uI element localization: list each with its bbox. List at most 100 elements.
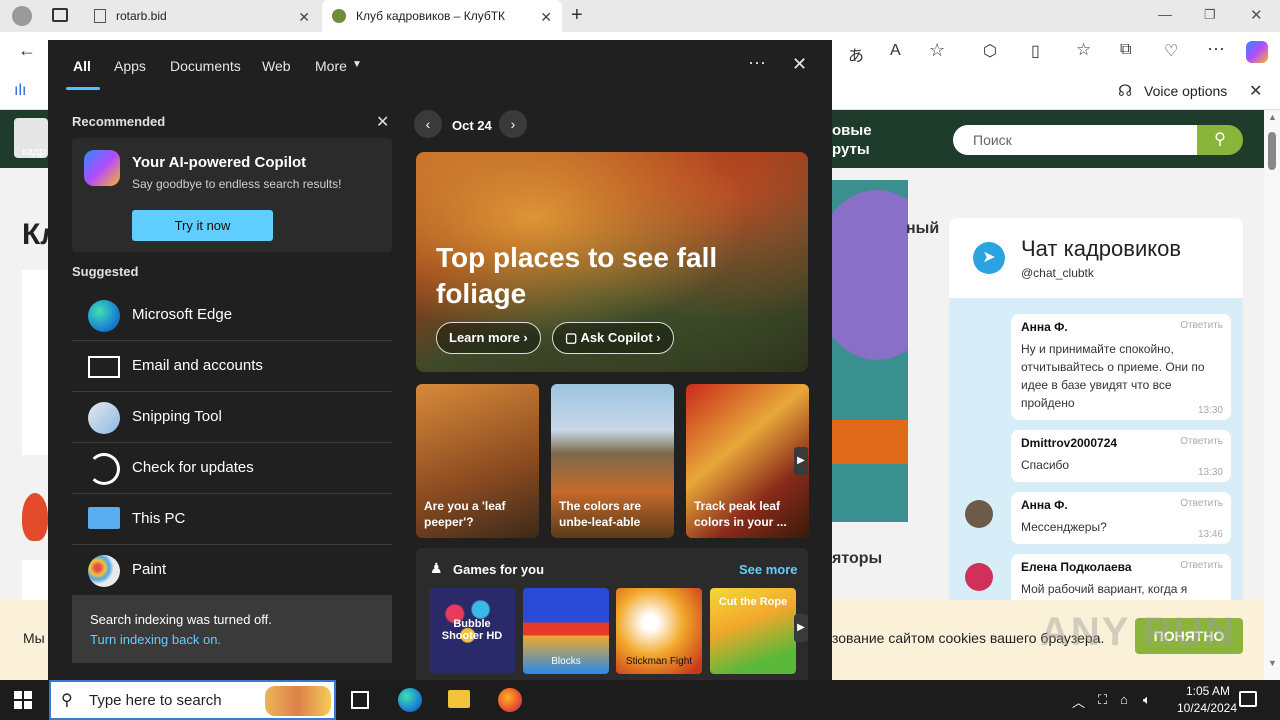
game-tile[interactable]: Bubble Shooter HD [429, 588, 515, 674]
minimize-button[interactable]: — [1158, 6, 1172, 22]
message-time: 13:46 [1197, 529, 1223, 540]
reply-link[interactable]: Ответить [1180, 436, 1223, 447]
tab-web[interactable]: Web [262, 58, 291, 74]
suggestion-check-updates[interactable]: Check for updates [72, 444, 392, 494]
close-tab-icon[interactable]: ✕ [298, 9, 310, 26]
copilot-recommendation-card[interactable]: Your AI-powered Copilot Say goodbye to e… [72, 138, 392, 252]
tab-rotarb[interactable]: rotarb.bid ✕ [84, 0, 320, 32]
see-more-link[interactable]: See more [739, 562, 798, 577]
restore-button[interactable]: ❐ [1204, 7, 1216, 23]
split-screen-icon[interactable]: ▯ [1031, 41, 1040, 61]
suggestion-email-accounts[interactable]: Email and accounts [72, 342, 392, 392]
translate-icon[interactable]: あ [848, 42, 864, 66]
file-explorer-icon[interactable] [448, 690, 470, 708]
new-tab-button[interactable]: + [571, 4, 583, 27]
network-icon[interactable]: ⌂ [1120, 692, 1128, 707]
site-search-input[interactable]: Поиск [953, 125, 1198, 155]
suggestion-label: Paint [132, 561, 167, 578]
games-next-button[interactable]: ▶ [794, 614, 808, 642]
read-aloud-icon[interactable]: A [890, 42, 901, 60]
suggestion-this-pc[interactable]: This PC [72, 495, 392, 545]
telegram-chat-widget[interactable]: ➤ Чат кадровиков @chat_clubtk Анна Ф. От… [949, 218, 1243, 618]
news-thumbnail[interactable]: The colors are unbe-leaf-able [551, 384, 674, 538]
close-panel-icon[interactable]: ✕ [792, 54, 807, 75]
close-read-aloud-icon[interactable]: ✕ [1249, 81, 1262, 101]
turn-indexing-on-link[interactable]: Turn indexing back on. [90, 632, 221, 647]
chat-message: Анна Ф. Ответить Мессенджеры? 13:46 [1011, 492, 1231, 544]
telegram-icon: ➤ [973, 242, 1005, 274]
chevron-down-icon[interactable]: ▼ [352, 59, 362, 70]
hero-card[interactable]: Top places to see fall foliage Learn mor… [416, 152, 808, 372]
previous-day-button[interactable]: ‹ [414, 110, 442, 138]
suggestion-paint[interactable]: Paint [72, 546, 392, 596]
recommended-heading: Recommended [72, 114, 166, 129]
voice-options-label[interactable]: Voice options [1144, 83, 1227, 99]
favorite-star-icon[interactable]: ☆ [929, 40, 945, 61]
tab-actions-icon[interactable] [52, 8, 68, 22]
clock-time[interactable]: 1:05 AM [1172, 684, 1244, 698]
voice-options-icon[interactable]: ☊ [1118, 81, 1132, 101]
next-day-button[interactable]: › [499, 110, 527, 138]
task-view-icon[interactable] [351, 691, 369, 709]
more-options-icon[interactable]: ··· [748, 52, 766, 73]
scrollbar-thumb[interactable] [1268, 132, 1276, 170]
tab-title: Клуб кадровиков – КлубТК [356, 9, 506, 23]
game-tile[interactable]: Stickman Fight [616, 588, 702, 674]
news-thumbnail[interactable]: Are you a 'leaf peeper'? [416, 384, 539, 538]
ask-copilot-button[interactable]: ▢ Ask Copilot › [552, 322, 674, 354]
header-menu-line1[interactable]: овые [832, 122, 872, 139]
notification-icon[interactable] [1239, 691, 1257, 707]
close-window-button[interactable]: ✕ [1250, 6, 1263, 24]
copilot-icon[interactable] [1246, 41, 1268, 63]
taskbar-search-box[interactable]: ⚲ Type here to search [49, 680, 336, 720]
suggestion-snipping-tool[interactable]: Snipping Tool [72, 393, 392, 443]
site-logo-text: кадр [22, 146, 46, 158]
learn-more-button[interactable]: Learn more › [436, 322, 541, 354]
tab-all[interactable]: All [73, 58, 91, 74]
message-text: Мессенджеры? [1021, 520, 1107, 534]
close-tab-icon[interactable]: ✕ [540, 9, 552, 26]
page-scrollbar[interactable]: ▲ ▼ [1264, 110, 1280, 680]
reply-link[interactable]: Ответить [1180, 320, 1223, 331]
collections-icon[interactable]: ⧉ [1120, 41, 1131, 59]
tab-more[interactable]: More [315, 58, 347, 74]
game-tile[interactable]: Blocks [523, 588, 609, 674]
favorites-icon[interactable]: ☆ [1076, 40, 1091, 60]
scroll-up-arrow-icon[interactable]: ▲ [1268, 112, 1277, 122]
promo-banner[interactable] [832, 180, 908, 522]
news-thumbnail[interactable]: Track peak leaf colors in your ... [686, 384, 809, 538]
reply-link[interactable]: Ответить [1180, 498, 1223, 509]
back-arrow-icon[interactable]: ← [18, 40, 36, 61]
scroll-down-arrow-icon[interactable]: ▼ [1268, 658, 1277, 668]
message-time: 13:30 [1197, 405, 1223, 416]
clock-date[interactable]: 10/24/2024 [1164, 701, 1250, 715]
site-favicon-icon [332, 9, 346, 23]
browser-essentials-icon[interactable]: ♡ [1164, 41, 1178, 61]
site-search-button[interactable]: ⚲ [1197, 125, 1243, 155]
tab-apps[interactable]: Apps [114, 58, 146, 74]
header-menu-line2[interactable]: руты [832, 141, 870, 158]
tab-clubtk[interactable]: Клуб кадровиков – КлубТК ✕ [322, 0, 562, 32]
try-it-now-button[interactable]: Try it now [132, 210, 273, 241]
tab-documents[interactable]: Documents [170, 58, 241, 74]
volume-icon[interactable]: 🔈︎ [1143, 692, 1151, 708]
computer-icon [88, 507, 120, 529]
extensions-icon[interactable]: ⬡ [983, 41, 997, 61]
game-tile[interactable]: Cut the Rope [710, 588, 796, 674]
suggestion-label: Snipping Tool [132, 408, 222, 425]
windows-start-icon[interactable] [14, 691, 32, 709]
button-label: Ask Copilot [580, 330, 653, 345]
carousel-next-button[interactable]: ▶ [794, 447, 808, 475]
edge-icon[interactable] [398, 688, 422, 712]
banner-button[interactable] [832, 420, 908, 464]
profile-avatar[interactable] [12, 6, 32, 26]
more-menu-icon[interactable]: ··· [1207, 38, 1225, 59]
gamepad-icon: ♟ [430, 560, 443, 576]
reply-link[interactable]: Ответить [1180, 560, 1223, 571]
games-heading: Games for you [453, 562, 545, 577]
suggestion-microsoft-edge[interactable]: Microsoft Edge [72, 291, 392, 341]
firefox-icon[interactable] [498, 688, 522, 712]
dismiss-recommended-icon[interactable]: ✕ [376, 112, 389, 132]
network-icon[interactable]: ⛶ [1098, 692, 1107, 708]
hidden-icons-chevron-icon[interactable]: ︿ [1072, 692, 1085, 711]
